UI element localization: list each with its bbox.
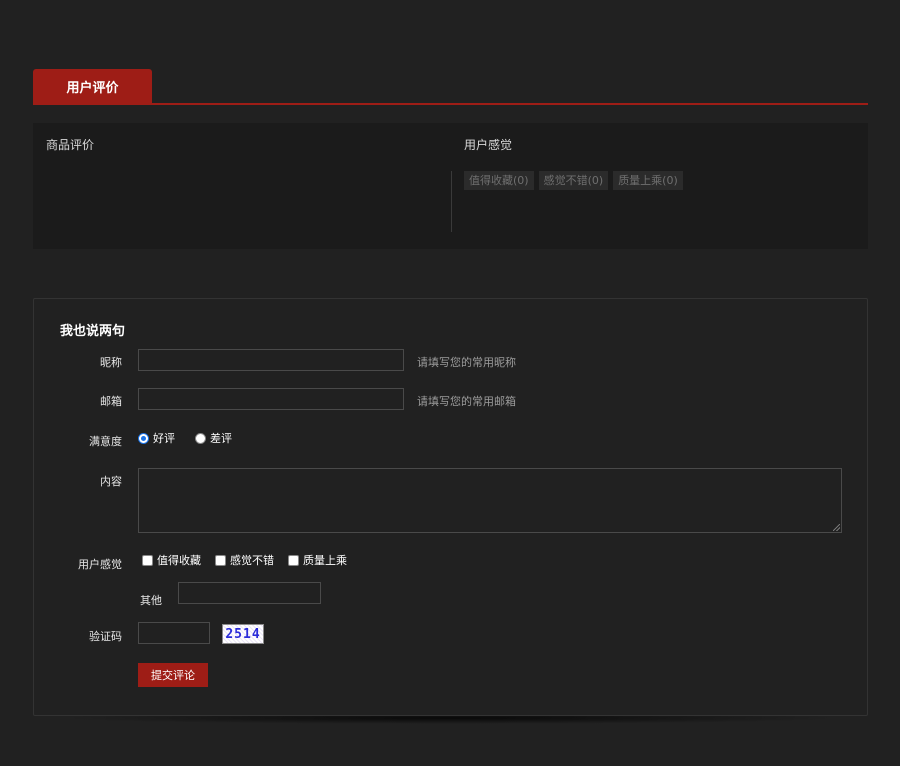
user-feel-title: 用户感觉	[464, 138, 513, 152]
satisfaction-radio-group: 好评 差评	[138, 430, 232, 446]
feel-tag-list: 值得收藏(0) 感觉不错(0) 质量上乘(0)	[464, 171, 683, 190]
form-title: 我也说两句	[60, 324, 126, 339]
nickname-hint: 请填写您的常用昵称	[417, 356, 516, 369]
tab-bar: 用户评价	[33, 69, 868, 105]
content-label: 内容	[100, 475, 122, 488]
check-quality[interactable]: 质量上乘	[288, 552, 347, 568]
other-input[interactable]	[178, 582, 321, 604]
tab-user-reviews[interactable]: 用户评价	[33, 69, 152, 104]
email-input[interactable]	[138, 388, 404, 410]
check-good-label: 感觉不错	[230, 554, 274, 567]
feel-checkbox-group: 值得收藏 感觉不错 质量上乘	[142, 552, 347, 568]
review-summary-panel: 商品评价 用户感觉 值得收藏(0) 感觉不错(0) 质量上乘(0)	[33, 123, 868, 249]
divider	[451, 171, 452, 232]
radio-negative[interactable]: 差评	[195, 430, 232, 446]
feel-tag-collect: 值得收藏(0)	[464, 171, 534, 190]
email-hint: 请填写您的常用邮箱	[417, 395, 516, 408]
nickname-label: 昵称	[100, 356, 122, 369]
radio-positive-control[interactable]	[138, 432, 149, 444]
radio-positive-label: 好评	[153, 432, 175, 445]
check-good[interactable]: 感觉不错	[215, 552, 274, 568]
email-label: 邮箱	[100, 395, 122, 408]
radio-positive[interactable]: 好评	[138, 430, 175, 446]
content-textarea[interactable]	[138, 468, 842, 533]
captcha-input[interactable]	[138, 622, 210, 644]
captcha-label: 验证码	[89, 630, 122, 643]
check-collect[interactable]: 值得收藏	[142, 552, 201, 568]
check-collect-box[interactable]	[142, 554, 153, 566]
radio-negative-label: 差评	[210, 432, 232, 445]
other-label: 其他	[140, 594, 162, 607]
nickname-input[interactable]	[138, 349, 404, 371]
check-quality-box[interactable]	[288, 554, 299, 566]
check-quality-label: 质量上乘	[303, 554, 347, 567]
submit-comment-button[interactable]: 提交评论	[138, 663, 208, 687]
feel-tag-quality: 质量上乘(0)	[613, 171, 683, 190]
check-collect-label: 值得收藏	[157, 554, 201, 567]
satisfaction-label: 满意度	[89, 435, 122, 448]
feel-label: 用户感觉	[78, 558, 122, 571]
product-review-title: 商品评价	[46, 138, 95, 152]
feel-tag-good: 感觉不错(0)	[538, 171, 609, 190]
comment-form: 我也说两句 昵称 请填写您的常用昵称 邮箱 请填写您的常用邮箱 满意度 好评 差…	[33, 298, 868, 716]
check-good-box[interactable]	[215, 554, 226, 566]
captcha-image[interactable]: 2514	[222, 624, 264, 644]
radio-negative-control[interactable]	[195, 432, 206, 444]
